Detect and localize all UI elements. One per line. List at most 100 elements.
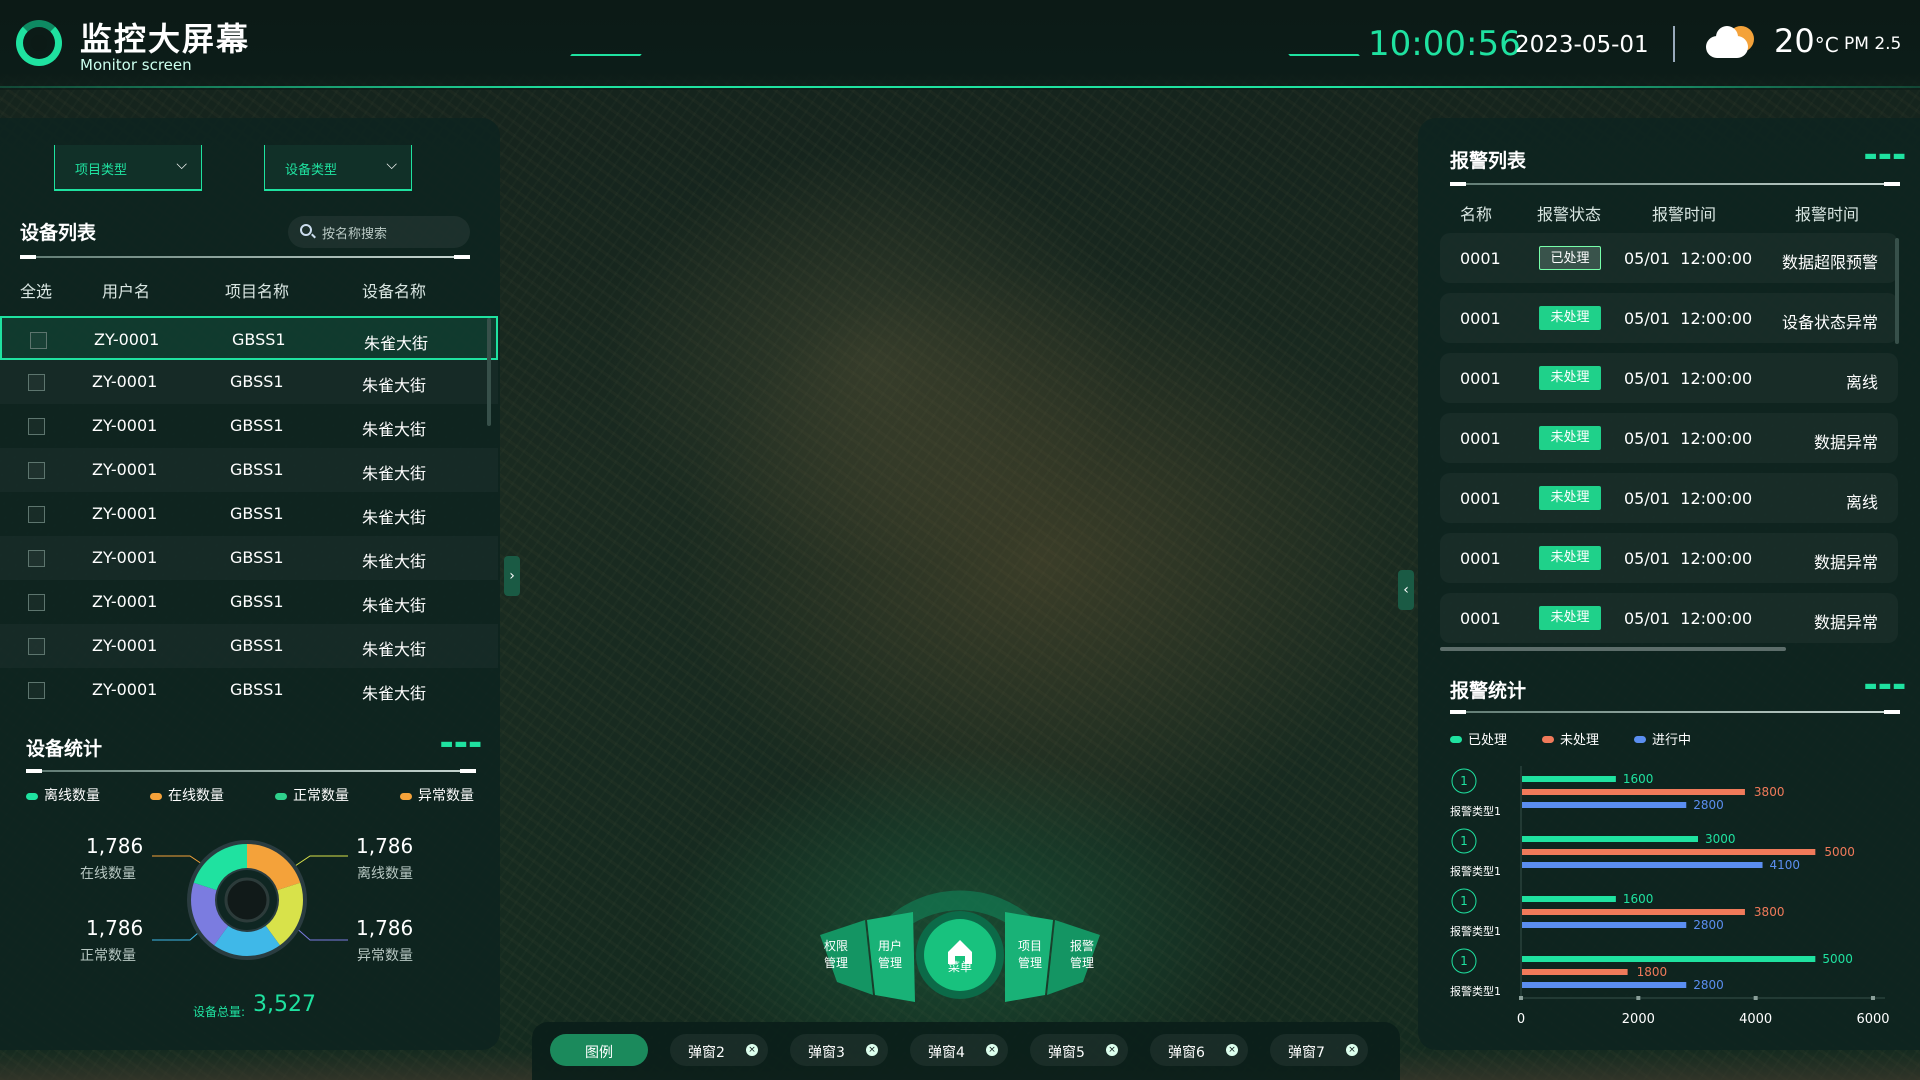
close-icon[interactable]: × bbox=[866, 1044, 878, 1056]
alarm-name: 0001 bbox=[1460, 489, 1501, 508]
cell-username: ZY-0001 bbox=[92, 460, 158, 479]
rank-label: 1 bbox=[1460, 894, 1468, 908]
bar-value-label: 5000 bbox=[1824, 845, 1855, 859]
collapse-right-icon[interactable]: ‹ bbox=[1398, 570, 1414, 610]
device-list-scrollbar[interactable] bbox=[487, 318, 491, 426]
row-checkbox[interactable] bbox=[28, 682, 45, 699]
tab-4[interactable]: 弹窗4 × bbox=[910, 1034, 1008, 1066]
tab-5[interactable]: 弹窗5 × bbox=[1030, 1034, 1128, 1066]
category-label: 报警类型1 bbox=[1450, 864, 1501, 878]
table-row[interactable]: ZY-0001 GBSS1 朱雀大街 bbox=[0, 624, 498, 668]
x-tick-label: 4000 bbox=[1739, 1012, 1772, 1027]
cell-project: GBSS1 bbox=[230, 592, 284, 611]
tab-2[interactable]: 弹窗2 × bbox=[670, 1034, 768, 1066]
row-checkbox[interactable] bbox=[28, 638, 45, 655]
table-row[interactable]: ZY-0001 GBSS1 朱雀大街 bbox=[0, 492, 498, 536]
alarm-row[interactable]: 0001 未处理 05/01 12:00:00 离线 bbox=[1440, 473, 1898, 523]
tab-1[interactable]: 图例 bbox=[550, 1034, 648, 1066]
cell-device: 朱雀大街 bbox=[364, 334, 429, 353]
page-subtitle: Monitor screen bbox=[80, 56, 192, 74]
row-checkbox[interactable] bbox=[28, 418, 45, 435]
bar-value-label: 2800 bbox=[1693, 918, 1724, 932]
bar bbox=[1522, 849, 1816, 855]
monitor-screen: 监控大屏幕 Monitor screen 10:00:56 2023-05-01… bbox=[0, 0, 1920, 1080]
tab-7[interactable]: 弹窗7 × bbox=[1270, 1034, 1368, 1066]
table-row[interactable]: ZY-0001 GBSS1 朱雀大街 bbox=[0, 316, 498, 360]
cell-project: GBSS1 bbox=[230, 680, 284, 699]
alarm-row[interactable]: 0001 未处理 05/01 12:00:00 离线 bbox=[1440, 353, 1898, 403]
cell-project: GBSS1 bbox=[232, 330, 286, 349]
bar bbox=[1522, 922, 1687, 928]
legend-offline: 离线数量 bbox=[26, 785, 100, 805]
bar bbox=[1522, 956, 1816, 962]
alarm-row[interactable]: 0001 未处理 05/01 12:00:00 设备状态异常 bbox=[1440, 293, 1898, 343]
row-checkbox[interactable] bbox=[28, 550, 45, 567]
close-icon[interactable]: × bbox=[986, 1044, 998, 1056]
bar-value-label: 3800 bbox=[1754, 905, 1785, 919]
search-input[interactable]: 按名称搜索 bbox=[288, 216, 470, 248]
tab-6[interactable]: 弹窗6 × bbox=[1150, 1034, 1248, 1066]
x-tick bbox=[1519, 996, 1523, 1000]
cell-project: GBSS1 bbox=[230, 416, 284, 435]
row-checkbox[interactable] bbox=[28, 506, 45, 523]
row-checkbox[interactable] bbox=[28, 462, 45, 479]
table-row[interactable]: ZY-0001 GBSS1 朱雀大街 bbox=[0, 580, 498, 624]
alarm-row[interactable]: 0001 未处理 05/01 12:00:00 数据异常 bbox=[1440, 413, 1898, 463]
alarm-col-name: 名称 bbox=[1460, 205, 1493, 224]
close-icon[interactable]: × bbox=[1346, 1044, 1358, 1056]
alarm-name: 0001 bbox=[1460, 549, 1501, 568]
row-checkbox[interactable] bbox=[30, 332, 47, 349]
cell-username: ZY-0001 bbox=[92, 372, 158, 391]
menu-item-alarm[interactable]: 报警 管理 bbox=[1064, 938, 1100, 972]
table-row[interactable]: ZY-0001 GBSS1 朱雀大街 bbox=[0, 360, 498, 404]
online-label: 在线数量 bbox=[80, 866, 136, 882]
device-stats-title: 设备统计 bbox=[26, 738, 103, 760]
col-select-all[interactable]: 全选 bbox=[20, 278, 52, 302]
alarm-vertical-scrollbar[interactable] bbox=[1895, 238, 1899, 344]
decoration-dashes: ▬▬▬ bbox=[440, 736, 483, 752]
offline-count: 1,786 bbox=[356, 834, 414, 858]
menu-center-label[interactable]: 菜单 bbox=[943, 959, 977, 976]
alarm-horizontal-scrollbar[interactable] bbox=[1440, 647, 1786, 651]
row-checkbox[interactable] bbox=[28, 374, 45, 391]
cell-device: 朱雀大街 bbox=[362, 508, 427, 527]
device-list-title: 设备列表 bbox=[20, 222, 97, 244]
bar-value-label: 1800 bbox=[1637, 965, 1668, 979]
table-row[interactable]: ZY-0001 GBSS1 朱雀大街 bbox=[0, 448, 498, 492]
project-type-select[interactable]: 项目类型 ⌵ bbox=[54, 145, 202, 191]
menu-item-project[interactable]: 项目 管理 bbox=[1012, 938, 1048, 972]
alarm-row[interactable]: 0001 已处理 05/01 12:00:00 数据超限预警 bbox=[1440, 233, 1898, 283]
cell-device: 朱雀大街 bbox=[362, 420, 427, 439]
row-checkbox[interactable] bbox=[28, 594, 45, 611]
tab-3[interactable]: 弹窗3 × bbox=[790, 1034, 888, 1066]
alarm-row[interactable]: 0001 未处理 05/01 12:00:00 数据异常 bbox=[1440, 533, 1898, 583]
close-icon[interactable]: × bbox=[746, 1044, 758, 1056]
tab-label: 弹窗7 bbox=[1288, 1045, 1325, 1061]
rank-label: 1 bbox=[1460, 954, 1468, 968]
table-row[interactable]: ZY-0001 GBSS1 朱雀大街 bbox=[0, 536, 498, 580]
menu-item-permission[interactable]: 权限 管理 bbox=[818, 938, 854, 972]
alarm-name: 0001 bbox=[1460, 309, 1501, 328]
status-badge: 未处理 bbox=[1539, 306, 1601, 330]
legend-label: 已处理 bbox=[1468, 733, 1507, 748]
category-label: 报警类型1 bbox=[1450, 984, 1501, 998]
table-row[interactable]: ZY-0001 GBSS1 朱雀大街 bbox=[0, 404, 498, 448]
alarm-stats-underline bbox=[1450, 710, 1900, 714]
alarm-time: 05/01 12:00:00 bbox=[1624, 369, 1753, 388]
cell-device: 朱雀大街 bbox=[362, 464, 427, 483]
device-donut-chart bbox=[184, 837, 310, 963]
cell-device: 朱雀大街 bbox=[362, 684, 427, 703]
total-value: 3,527 bbox=[253, 992, 316, 1017]
legend-swatch bbox=[1542, 736, 1554, 743]
device-type-select[interactable]: 设备类型 ⌵ bbox=[264, 145, 412, 191]
header-line bbox=[0, 86, 1920, 88]
menu-item-user[interactable]: 用户 管理 bbox=[872, 938, 908, 972]
expand-left-icon[interactable]: › bbox=[504, 556, 520, 596]
alarm-row[interactable]: 0001 未处理 05/01 12:00:00 数据异常 bbox=[1440, 593, 1898, 643]
cell-project: GBSS1 bbox=[230, 504, 284, 523]
temperature: 20°C bbox=[1774, 22, 1839, 60]
total-label: 设备总量: bbox=[193, 1005, 246, 1019]
close-icon[interactable]: × bbox=[1226, 1044, 1238, 1056]
close-icon[interactable]: × bbox=[1106, 1044, 1118, 1056]
table-row[interactable]: ZY-0001 GBSS1 朱雀大街 bbox=[0, 668, 498, 712]
